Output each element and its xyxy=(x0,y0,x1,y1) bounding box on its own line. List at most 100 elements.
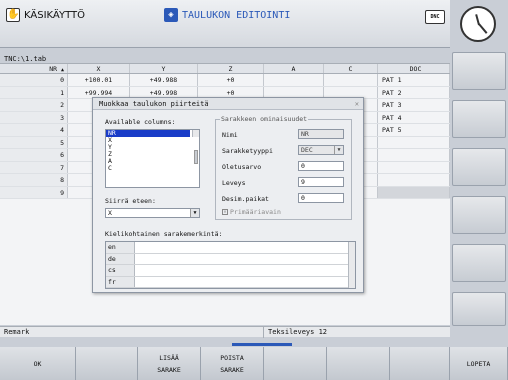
table-cell[interactable]: +0 xyxy=(198,74,264,86)
table-header: NR ▲ X Y Z A C DOC xyxy=(0,64,450,74)
vertical-softkey-1[interactable] xyxy=(452,52,506,90)
table-cell[interactable]: 7 xyxy=(0,161,68,173)
list-item[interactable]: Y xyxy=(106,144,199,151)
softkey-ok[interactable]: OK xyxy=(0,347,76,380)
table-row[interactable]: de xyxy=(106,253,355,265)
col-header-doc[interactable]: DOC xyxy=(378,64,450,73)
chevron-down-icon: ▼ xyxy=(334,146,343,154)
table-cell[interactable]: 9 xyxy=(0,186,68,198)
list-item[interactable]: C xyxy=(106,165,199,172)
table-cell[interactable]: 0 xyxy=(0,74,68,86)
table-cell[interactable]: 5 xyxy=(0,136,68,148)
table-row[interactable]: fr xyxy=(106,276,355,288)
close-icon[interactable]: ✕ xyxy=(355,98,359,110)
list-item[interactable]: X xyxy=(106,137,199,144)
vertical-softkey-2[interactable] xyxy=(452,100,506,138)
col-header-nr[interactable]: NR ▲ xyxy=(0,64,68,73)
edit-table-properties-dialog: Muokkaa taulukon piirteitä ✕ Available c… xyxy=(92,97,364,293)
table-cell[interactable] xyxy=(378,186,450,198)
hand-icon: ✋ xyxy=(6,8,20,22)
default-field[interactable]: 0 xyxy=(298,161,344,171)
checkbox-icon: ✕ xyxy=(222,209,228,215)
vertical-softkey-4[interactable] xyxy=(452,196,506,234)
primary-key-checkbox[interactable]: ✕ Primääriavain xyxy=(222,208,281,216)
table-row[interactable]: en xyxy=(106,242,355,254)
list-item[interactable]: A xyxy=(106,158,199,165)
table-cell[interactable] xyxy=(378,174,450,186)
table-cell[interactable]: PAT 2 xyxy=(378,86,450,98)
col-header-c[interactable]: C xyxy=(324,64,378,73)
remark-label: Remark xyxy=(4,328,30,336)
softkey-exit[interactable]: LOPETA xyxy=(450,347,508,380)
available-columns-list[interactable]: NR X Y Z A C xyxy=(105,129,200,188)
language-grid[interactable]: en de cs fr xyxy=(105,241,356,289)
col-header-y[interactable]: Y xyxy=(130,64,198,73)
language-scrollbar[interactable] xyxy=(348,242,355,288)
sort-icon: ▲ xyxy=(60,67,64,73)
type-select[interactable]: DEC ▼ xyxy=(298,145,344,155)
default-label: Oletusarvo xyxy=(222,163,262,171)
table-cell[interactable]: PAT 5 xyxy=(378,124,450,136)
table-cell[interactable]: PAT 1 xyxy=(378,74,450,86)
vertical-softkey-bar xyxy=(450,0,508,347)
softkey-7[interactable] xyxy=(390,347,450,380)
name-field[interactable]: NR xyxy=(298,129,344,139)
softkey-6[interactable] xyxy=(327,347,390,380)
column-properties-group: Sarakkeen ominaisuudet Nimi NR Sarakkety… xyxy=(215,115,352,220)
mode-manual-label: KÄSIKÄYTTÖ xyxy=(24,9,85,21)
softkey-5[interactable] xyxy=(264,347,327,380)
vertical-softkey-6[interactable] xyxy=(452,292,506,326)
list-item[interactable]: NR xyxy=(106,130,190,137)
table-cell[interactable]: PAT 4 xyxy=(378,111,450,123)
table-cell[interactable]: 8 xyxy=(0,174,68,186)
table-cell[interactable]: 1 xyxy=(0,86,68,98)
softkey-add-column[interactable]: LISÄÄ SARAKE xyxy=(138,347,201,380)
table-cell[interactable] xyxy=(378,161,450,173)
available-columns-label: Available columns: xyxy=(105,118,176,126)
list-item[interactable]: Z xyxy=(106,151,199,158)
file-path: TNC:\1.tab xyxy=(4,55,47,63)
table-cell[interactable]: 2 xyxy=(0,99,68,111)
vertical-softkey-3[interactable] xyxy=(452,148,506,186)
table-cell[interactable] xyxy=(378,149,450,161)
status-bar: Remark Teksileveys 12 xyxy=(0,326,450,338)
table-cell[interactable]: 3 xyxy=(0,111,68,123)
softkey-bar: OK LISÄÄ SARAKE POISTA SARAKE LOPETA xyxy=(0,347,508,380)
decimals-field[interactable]: 0 xyxy=(298,193,344,203)
header-bar: ✋ KÄSIKÄYTTÖ ◈ TAULUKON EDITOINTI DNC xyxy=(0,0,450,48)
table-edit-icon: ◈ xyxy=(164,8,178,22)
vertical-softkey-5[interactable] xyxy=(452,244,506,282)
col-header-x[interactable]: X xyxy=(68,64,130,73)
chevron-down-icon: ▼ xyxy=(190,209,199,217)
table-cell[interactable]: 6 xyxy=(0,149,68,161)
table-cell[interactable]: 4 xyxy=(0,124,68,136)
dialog-title: Muokkaa taulukon piirteitä ✕ xyxy=(93,98,363,110)
table-cell[interactable] xyxy=(264,74,324,86)
softkey-delete-column[interactable]: POISTA SARAKE xyxy=(201,347,264,380)
mode-table-edit[interactable]: ◈ TAULUKON EDITOINTI xyxy=(164,8,290,22)
table-cell[interactable] xyxy=(324,74,378,86)
width-label: Leveys xyxy=(222,179,246,187)
list-scrollbar[interactable] xyxy=(192,130,199,164)
mode-edit-label: TAULUKON EDITOINTI xyxy=(182,9,291,21)
softkey-2[interactable] xyxy=(76,347,138,380)
decimals-label: Desim.paikat xyxy=(222,195,269,203)
table-cell[interactable]: +49.988 xyxy=(130,74,198,86)
softkey-page-indicator xyxy=(232,343,292,346)
table-cell[interactable]: +100.01 xyxy=(68,74,130,86)
col-header-a[interactable]: A xyxy=(264,64,324,73)
text-width-label: Teksileveys 12 xyxy=(263,327,443,338)
table-row[interactable]: cs xyxy=(106,265,355,277)
mode-manual[interactable]: ✋ KÄSIKÄYTTÖ xyxy=(6,8,85,22)
col-header-z[interactable]: Z xyxy=(198,64,264,73)
dnc-icon[interactable]: DNC xyxy=(425,10,445,24)
column-properties-title: Sarakkeen ominaisuudet xyxy=(220,115,309,123)
clock-icon xyxy=(460,6,496,42)
table-cell[interactable]: PAT 3 xyxy=(378,99,450,111)
table-row[interactable]: 0 +100.01 +49.988 +0 PAT 1 xyxy=(0,74,450,87)
table-cell[interactable] xyxy=(378,136,450,148)
move-before-label: Siirrä eteen: xyxy=(105,197,156,205)
width-field[interactable]: 9 xyxy=(298,177,344,187)
move-before-select[interactable]: X ▼ xyxy=(105,208,200,218)
type-label: Sarakketyyppi xyxy=(222,147,273,155)
